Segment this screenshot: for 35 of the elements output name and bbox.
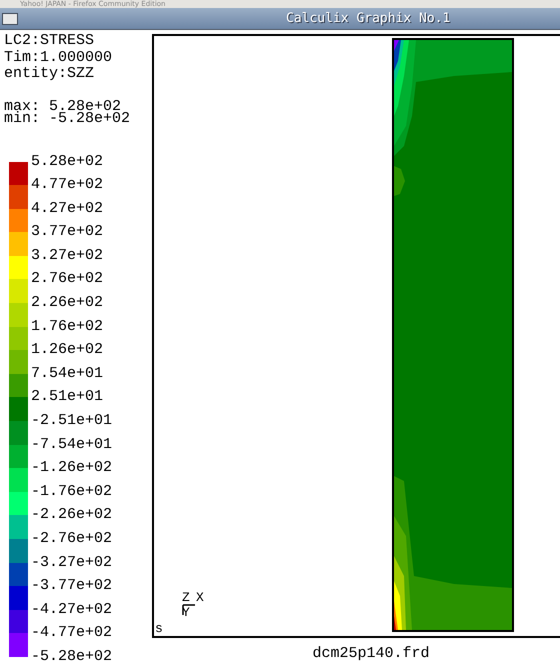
legend-label: 7.54e+01 <box>31 364 104 384</box>
legend-label: -3.27e+02 <box>31 552 112 573</box>
legend-label: 3.27e+02 <box>31 246 104 266</box>
info-text: entity:SZZ <box>3 66 96 82</box>
axis-label: Z <box>182 592 190 604</box>
legend-label: -4.77e+02 <box>31 623 112 644</box>
legend-label: -5.28e+02 <box>31 646 112 667</box>
legend-label: -4.27e+02 <box>31 600 112 620</box>
info-text: Tim:1.000000 <box>3 50 114 66</box>
info-text: LC2:STRESS <box>3 33 96 50</box>
corner-label: s <box>155 623 163 635</box>
legend-label: -2.26e+02 <box>31 505 112 526</box>
window-title: Calculix Graphix No.1 <box>286 11 450 26</box>
legend-label: -1.26e+02 <box>31 458 112 478</box>
max-value-text: max: 5.28e+02 <box>3 100 122 112</box>
legend-label: -2.51e+01 <box>31 411 112 432</box>
file-name: dcm25p140.frd <box>311 645 431 662</box>
legend-label: -2.76e+02 <box>31 529 112 549</box>
axis-label: X <box>196 592 204 604</box>
legend-label: 2.51e+01 <box>31 387 104 408</box>
window-menu-icon[interactable] <box>2 12 18 24</box>
legend-label: 3.77e+02 <box>31 222 104 242</box>
legend-label: 2.76e+02 <box>31 269 104 290</box>
legend-label: 1.26e+02 <box>31 340 104 360</box>
legend-label: 4.27e+02 <box>31 198 104 219</box>
legend-label: 4.77e+02 <box>31 175 104 196</box>
min-value-text: min: -5.28e+02 <box>3 112 132 124</box>
legend-label: -3.77e+02 <box>31 576 112 596</box>
axis-triad-icon <box>182 604 196 616</box>
legend-label: -1.76e+02 <box>31 482 112 502</box>
contour-region <box>394 166 405 196</box>
legend-label: 1.76e+02 <box>31 316 104 337</box>
legend-label: 2.26e+02 <box>31 293 104 314</box>
legend-label: 5.28e+02 <box>31 152 104 172</box>
legend-label: -7.54e+01 <box>31 434 112 455</box>
